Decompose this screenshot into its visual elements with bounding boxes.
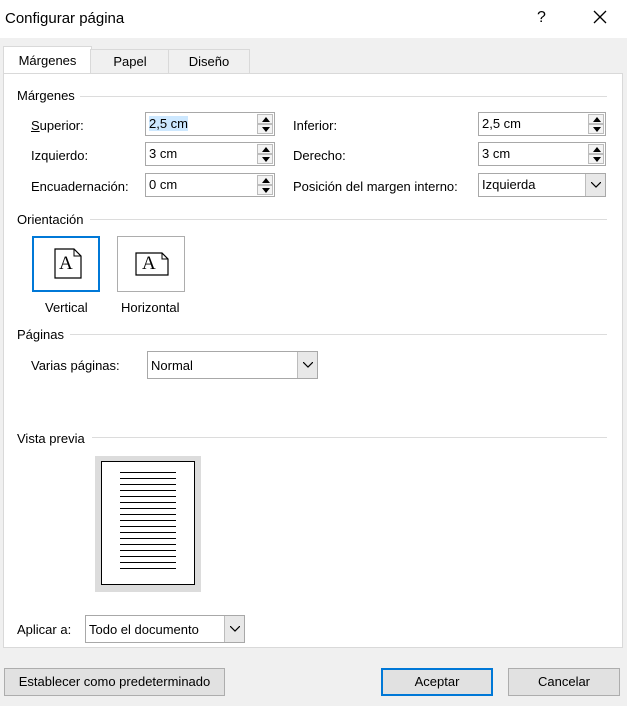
left-margin-spinner[interactable]	[257, 144, 273, 164]
spin-down-icon[interactable]	[257, 185, 273, 195]
preview-line	[120, 496, 176, 497]
chevron-down-icon[interactable]	[297, 352, 317, 378]
spin-down-icon[interactable]	[257, 154, 273, 164]
preview-line	[120, 508, 176, 509]
gutter-input[interactable]: 0 cm	[145, 173, 275, 197]
preview-line	[120, 502, 176, 503]
orientation-section-title: Orientación	[17, 212, 84, 227]
right-margin-label: Derecho:	[293, 148, 346, 163]
preview-line	[120, 550, 176, 551]
landscape-label: Horizontal	[121, 300, 180, 315]
right-margin-input[interactable]: 3 cm	[478, 142, 606, 166]
preview-line	[120, 490, 176, 491]
preview-page	[101, 461, 195, 585]
preview-line	[120, 478, 176, 479]
landscape-button[interactable]: A	[117, 236, 185, 292]
gutter-position-select[interactable]: Izquierda	[478, 173, 606, 197]
gutter-spinner[interactable]	[257, 175, 273, 195]
set-default-button[interactable]: Establecer como predeterminado	[4, 668, 225, 696]
help-button[interactable]: ?	[537, 9, 546, 27]
portrait-page-icon: A	[54, 248, 82, 279]
preview-line	[120, 526, 176, 527]
page-preview	[95, 456, 201, 592]
gutter-value: 0 cm	[149, 177, 178, 192]
divider	[92, 437, 607, 438]
left-margin-label: Izquierdo:	[31, 148, 89, 163]
divider	[70, 334, 607, 335]
bottom-margin-value: 2,5 cm	[482, 116, 522, 131]
top-margin-input[interactable]: 2,5 cm	[145, 112, 275, 136]
multiple-pages-label: Varias páginas:	[31, 358, 120, 373]
apply-to-value: Todo el documento	[89, 622, 199, 637]
spin-up-icon[interactable]	[257, 175, 273, 185]
bottom-margin-spinner[interactable]	[588, 114, 604, 134]
spin-up-icon[interactable]	[257, 114, 273, 124]
spin-down-icon[interactable]	[588, 154, 604, 164]
bottom-margin-label: Inferior:	[293, 118, 338, 133]
top-margin-spinner[interactable]	[257, 114, 273, 134]
tab-papel[interactable]: Papel	[90, 49, 170, 74]
preview-line	[120, 514, 176, 515]
tab-diseno[interactable]: Diseño	[168, 49, 250, 74]
spin-down-icon[interactable]	[588, 124, 604, 134]
ok-button[interactable]: Aceptar	[381, 668, 493, 696]
portrait-glyph: A	[59, 253, 73, 274]
preview-line	[120, 520, 176, 521]
preview-line	[120, 484, 176, 485]
gutter-position-label: Posición del margen interno:	[293, 179, 458, 194]
top-margin-label: Superior:	[31, 118, 84, 133]
gutter-position-value: Izquierda	[482, 177, 536, 192]
top-margin-label-rest: uperior:	[39, 118, 84, 133]
cancel-button[interactable]: Cancelar	[508, 668, 620, 696]
access-key: S	[31, 118, 40, 133]
preview-line	[120, 556, 176, 557]
landscape-glyph: A	[142, 253, 156, 274]
portrait-button[interactable]: A	[32, 236, 100, 292]
apply-to-select[interactable]: Todo el documento	[85, 615, 245, 643]
right-margin-spinner[interactable]	[588, 144, 604, 164]
tab-margenes[interactable]: Márgenes	[3, 46, 92, 75]
title-bar: Configurar página ?	[0, 0, 627, 38]
bottom-margin-input[interactable]: 2,5 cm	[478, 112, 606, 136]
spin-up-icon[interactable]	[588, 114, 604, 124]
right-margin-value: 3 cm	[482, 146, 511, 161]
landscape-page-icon: A	[135, 252, 169, 276]
divider	[80, 96, 607, 97]
preview-line	[120, 544, 176, 545]
spin-down-icon[interactable]	[257, 124, 273, 134]
left-margin-input[interactable]: 3 cm	[145, 142, 275, 166]
preview-line	[120, 472, 176, 473]
tab-bar: Márgenes Papel Diseño	[0, 38, 627, 75]
apply-to-label: Aplicar a:	[17, 622, 72, 637]
divider	[90, 219, 607, 220]
chevron-down-icon[interactable]	[585, 174, 605, 196]
multiple-pages-select[interactable]: Normal	[147, 351, 318, 379]
preview-line	[120, 538, 176, 539]
portrait-label: Vertical	[45, 300, 88, 315]
left-margin-value: 3 cm	[149, 146, 178, 161]
margins-section-title: Márgenes	[17, 88, 75, 103]
chevron-down-icon[interactable]	[224, 616, 244, 642]
spin-up-icon[interactable]	[588, 144, 604, 154]
preview-line	[120, 568, 176, 569]
dialog-title: Configurar página	[5, 10, 125, 27]
preview-line	[120, 562, 176, 563]
top-margin-value: 2,5 cm	[149, 116, 189, 131]
multiple-pages-value: Normal	[151, 358, 193, 373]
pages-section-title: Páginas	[17, 327, 64, 342]
spin-up-icon[interactable]	[257, 144, 273, 154]
preview-line	[120, 532, 176, 533]
gutter-label: Encuadernación:	[31, 179, 129, 194]
preview-section-title: Vista previa	[17, 431, 85, 446]
close-icon[interactable]	[589, 6, 611, 28]
